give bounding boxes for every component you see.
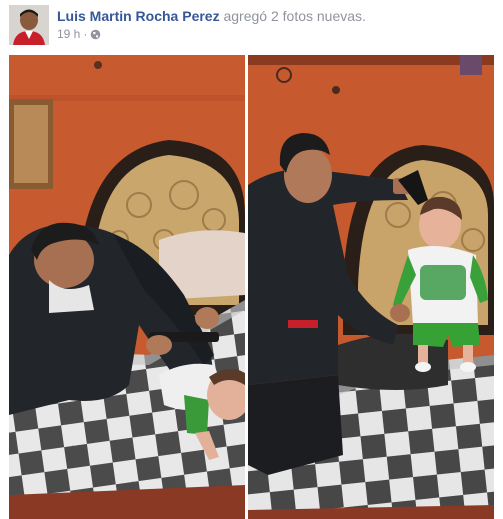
post-header: Luis Martin Rocha Perez agregó 2 fotos n… xyxy=(9,5,494,45)
author-name-link[interactable]: Luis Martin Rocha Perez xyxy=(57,8,220,24)
photo-2-image xyxy=(248,55,494,519)
globe-icon[interactable] xyxy=(90,29,101,40)
post-action-text: agregó 2 fotos nuevas. xyxy=(223,8,366,24)
post-headline: Luis Martin Rocha Perez agregó 2 fotos n… xyxy=(57,8,366,24)
post-timestamp[interactable]: 19 h xyxy=(57,27,80,41)
avatar[interactable] xyxy=(9,5,49,45)
meta-separator: · xyxy=(83,27,88,41)
photo-1-image xyxy=(9,55,245,519)
avatar-image xyxy=(9,5,49,45)
photo-1[interactable] xyxy=(9,55,245,519)
photo-grid xyxy=(9,55,494,519)
post-meta: 19 h · xyxy=(57,27,101,41)
photo-2[interactable] xyxy=(248,55,494,519)
